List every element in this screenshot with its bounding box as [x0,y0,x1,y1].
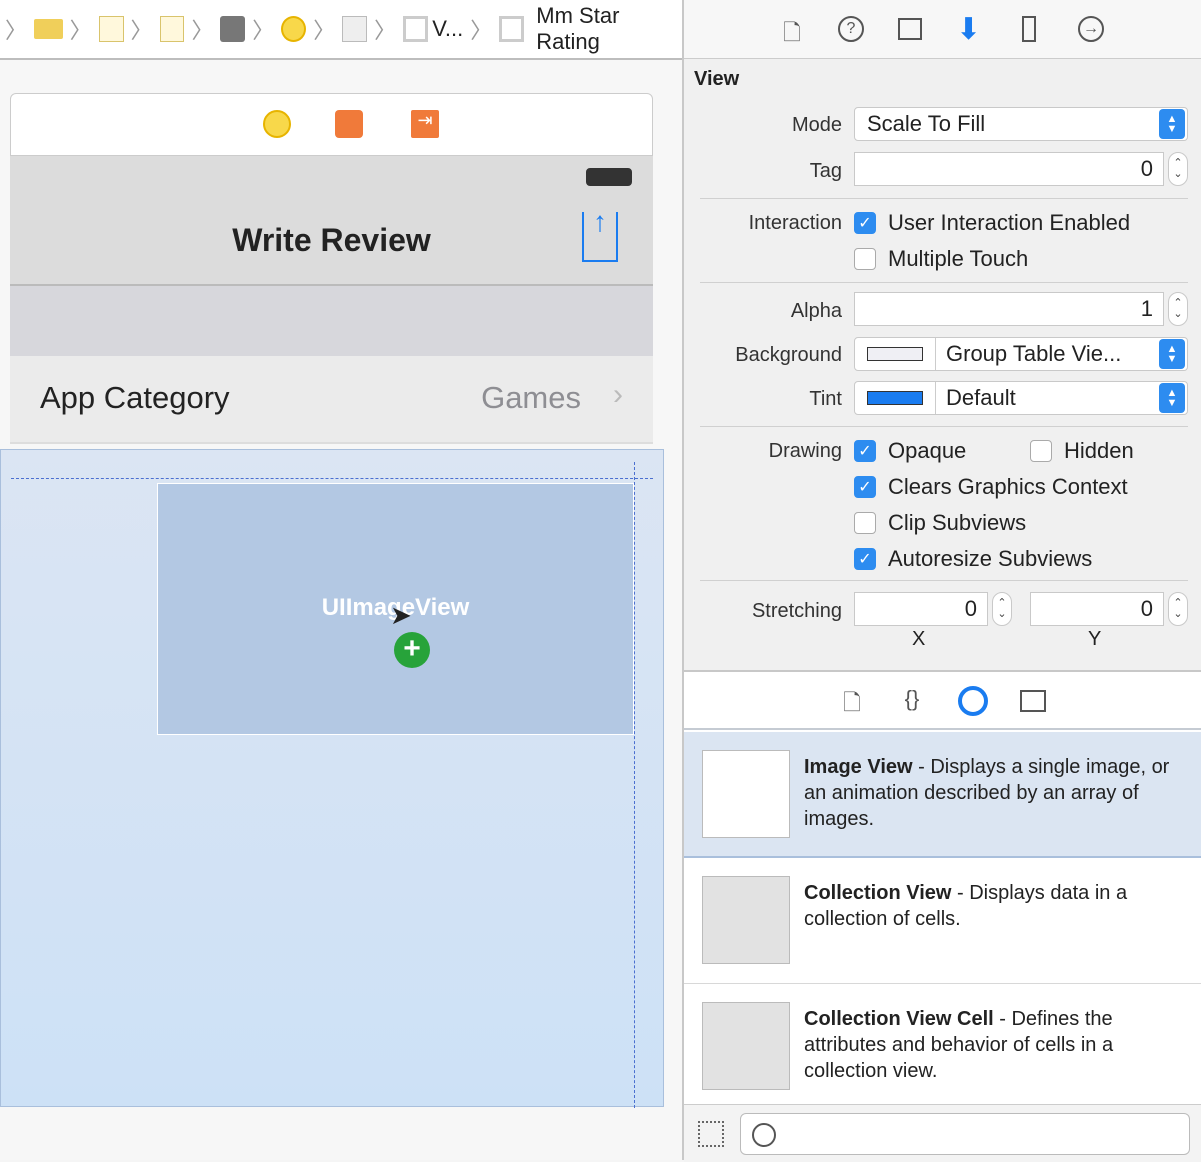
autoresize-checkbox[interactable]: ✓ Autoresize Subviews [854,546,1092,572]
view-controller-icon[interactable] [263,110,291,138]
image-view-icon [702,750,790,838]
identity-icon[interactable] [898,18,922,40]
exit-icon[interactable]: ⇥ [411,110,439,138]
code-snippet-icon[interactable]: {} [900,686,924,712]
library-filter-input[interactable] [740,1113,1190,1155]
filter-icon [752,1123,776,1147]
first-responder-icon[interactable] [335,110,363,138]
library-panel: 🗋 {} Image View - Displays a single imag… [684,670,1201,1162]
tag-label: Tag [809,160,842,182]
add-icon: + [394,632,430,668]
tag-stepper[interactable]: ⌃ ⌄ [1168,152,1188,186]
mode-value: Scale To Fill [867,111,986,136]
inspector-panel: 🗋 ? ⬇ → View Mode Scale To Fill ▲ ▼ Tag 0 … [682,0,1201,1162]
image-view-drag-preview[interactable]: UIImageView + ➤ [157,483,634,735]
scene-dock: ⇥ [10,93,653,156]
size-icon[interactable] [1022,16,1036,42]
breadcrumb-current[interactable]: Mm Star Rating [536,3,682,55]
media-library-icon[interactable] [1020,690,1046,712]
row-value: Games [481,380,581,415]
object-library-icon[interactable] [958,686,988,716]
tag-field[interactable]: 0 [854,152,1164,186]
share-icon[interactable]: ↑ [582,208,618,262]
help-icon[interactable]: ? [838,16,864,42]
library-item-collection-view-cell[interactable]: Collection View Cell - Defines the attri… [684,984,1201,1110]
stretch-y-field[interactable]: 0 [1030,592,1164,626]
background-select[interactable]: Group Table Vie... ▲ ▼ [854,337,1188,371]
scene-icon[interactable] [220,16,246,42]
view-icon[interactable] [342,16,368,42]
section-header [10,286,653,356]
user-interaction-checkbox[interactable]: ✓ User Interaction Enabled [854,210,1130,236]
controller-icon[interactable] [281,16,307,42]
nav-title: Write Review [232,222,431,258]
row-label: App Category [40,380,230,415]
mode-select[interactable]: Scale To Fill ▲ ▼ [854,107,1188,141]
section-title: View [694,68,740,90]
folder-icon[interactable] [34,19,63,39]
chevron-updown-icon: ▲ ▼ [1159,109,1185,139]
inspector-tabs: 🗋 ? ⬇ → [684,0,1201,59]
background-label: Background [735,344,842,366]
file-inspector-icon[interactable]: 🗋 [780,16,804,45]
view-icon[interactable] [403,16,429,42]
multiple-touch-checkbox[interactable]: Multiple Touch [854,246,1028,272]
stretching-label: Stretching [751,600,842,622]
view-icon[interactable] [499,16,525,42]
y-label: Y [1088,628,1102,650]
clip-subviews-checkbox[interactable]: Clip Subviews [854,510,1026,536]
mode-label: Mode [791,114,842,136]
table-row[interactable]: App Category Games › [10,356,653,444]
library-tabs: 🗋 {} [684,672,1201,730]
color-swatch [867,391,923,405]
file-icon[interactable] [159,16,185,42]
connections-icon[interactable]: → [1078,16,1104,42]
library-filter-bar [684,1104,1201,1162]
opaque-checkbox[interactable]: ✓ Opaque [854,438,966,464]
clears-graphics-checkbox[interactable]: ✓ Clears Graphics Context [854,474,1128,500]
canvas[interactable]: 〉 〉 〉 〉 〉 〉 〉 V... 〉 Mm Star Rating ⇥ Wri… [0,0,682,1160]
tint-select[interactable]: Default ▲ ▼ [854,381,1188,415]
color-swatch [867,347,923,361]
attributes-icon[interactable]: ⬇ [956,12,981,46]
battery-icon [586,168,632,186]
interaction-label: Interaction [748,212,842,234]
breadcrumb-item[interactable]: V... [432,16,463,42]
collection-view-icon [702,876,790,964]
tint-label: Tint [809,388,842,410]
grid-view-icon[interactable] [698,1121,724,1147]
hidden-checkbox[interactable]: Hidden [1030,438,1134,464]
file-template-icon[interactable]: 🗋 [840,686,864,715]
chevron-right-icon: › [613,378,623,411]
breadcrumb: 〉 〉 〉 〉 〉 〉 〉 V... 〉 Mm Star Rating [0,0,682,60]
stretch-y-stepper[interactable]: ⌃ ⌄ [1168,592,1188,626]
drawing-label: Drawing [768,440,842,462]
cursor-icon: ➤ [390,600,412,630]
file-icon[interactable] [98,16,124,42]
library-item-collection-view[interactable]: Collection View - Displays data in a col… [684,858,1201,984]
alpha-stepper[interactable]: ⌃ ⌄ [1168,292,1188,326]
collection-view-cell-icon [702,1002,790,1090]
stretch-x-field[interactable]: 0 [854,592,988,626]
alpha-field[interactable]: 1 [854,292,1164,326]
navigation-bar[interactable]: Write Review ↑ [10,156,653,286]
stretch-x-stepper[interactable]: ⌃ ⌄ [992,592,1012,626]
alpha-label: Alpha [790,300,842,322]
checkmark-icon: ✓ [854,212,876,234]
library-item-image-view[interactable]: Image View - Displays a single image, or… [684,732,1201,858]
drop-target-view[interactable]: UIImageView + ➤ [0,449,664,1108]
x-label: X [912,628,926,650]
